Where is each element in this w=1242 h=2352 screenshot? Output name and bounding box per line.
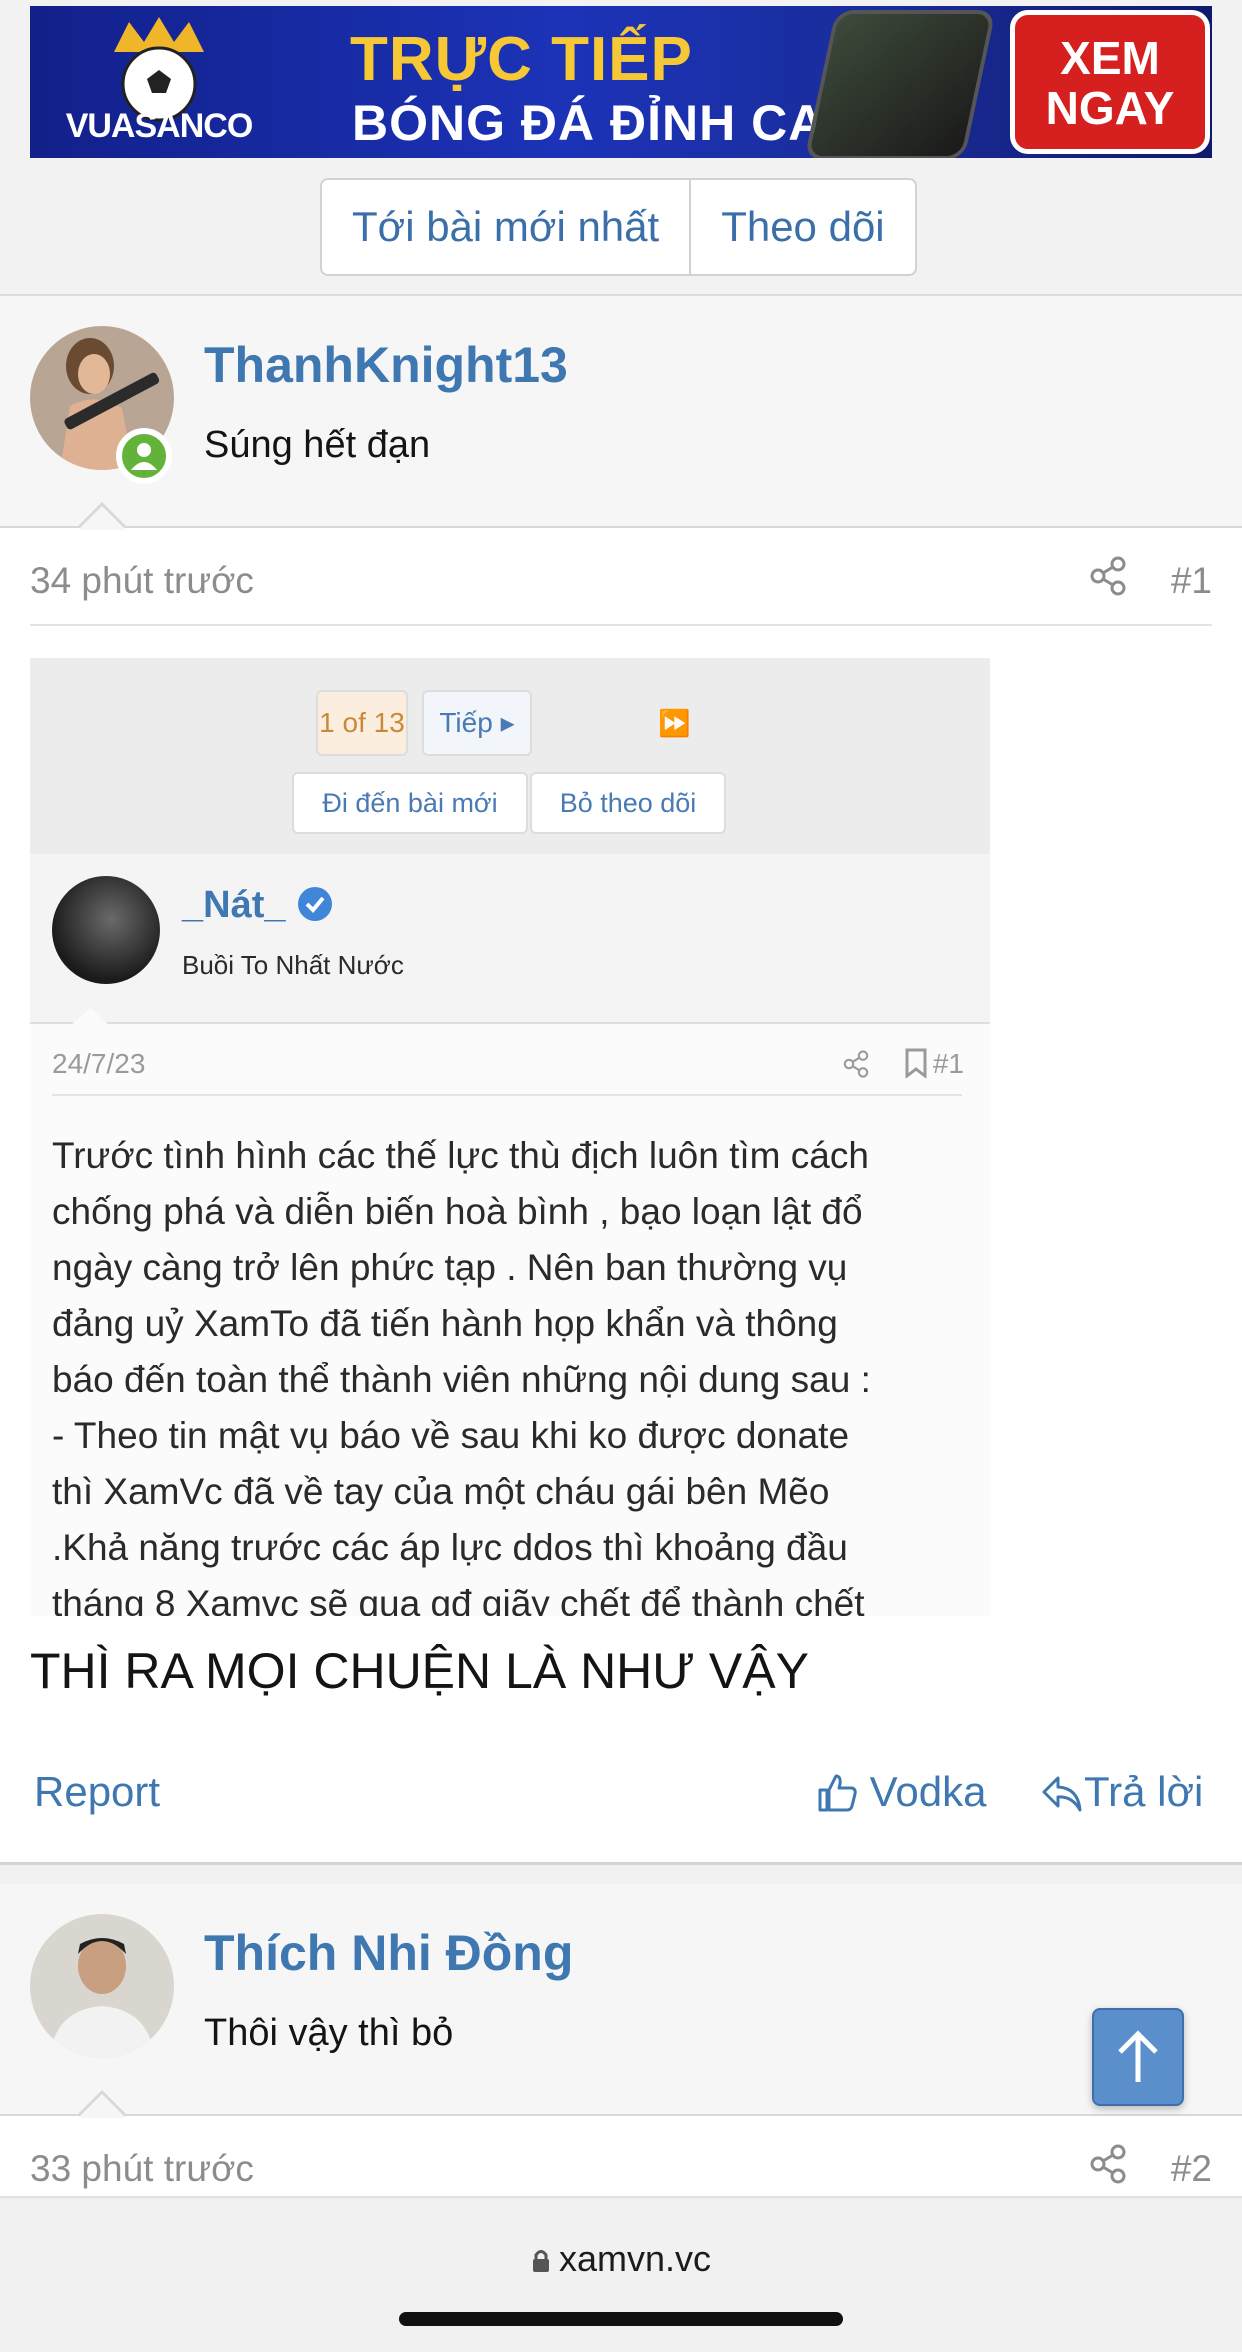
follow-button[interactable]: Theo dõi <box>689 180 914 274</box>
embedded-next-button: Tiếp ▸ <box>422 690 532 756</box>
top-bar: VUASANCO TRỰC TIẾP BÓNG ĐÁ ĐỈNH CAO XEM … <box>0 0 1242 296</box>
share-icon[interactable] <box>1088 2144 1128 2184</box>
post1-time[interactable]: 34 phút trước <box>30 560 254 602</box>
arrow-up-icon <box>1118 2030 1158 2082</box>
embedded-header: 1 of 13 Tiếp ▸ ⏩ Đi đến bài mới Bỏ theo … <box>30 658 990 854</box>
online-status-icon <box>116 428 172 484</box>
arrow-notch-inner <box>78 2094 126 2118</box>
embedded-unfollow-button: Bỏ theo dõi <box>530 772 726 834</box>
bookmark-icon <box>904 1048 928 1085</box>
post1-actions: Report Vodka Trả lời <box>30 1760 1212 1820</box>
url-field[interactable]: xamvn.vc <box>0 2238 1242 2280</box>
lock-icon <box>532 2250 549 2272</box>
reply-button[interactable]: Trả lời <box>1040 1768 1203 1816</box>
embedded-avatar <box>52 876 160 984</box>
reply-icon <box>1042 1776 1082 1812</box>
browser-address-bar: xamvn.vc <box>0 2196 1242 2352</box>
embedded-author-block: _Nát_ Buồi To Nhất Nước <box>30 854 990 1024</box>
post1-body-text: THÌ RA MỌI CHUỆN LÀ NHƯ VẬY <box>30 1643 809 1699</box>
embedded-post-text: Trước tình hình các thế lực thù địch luô… <box>52 1135 871 1616</box>
vuasanco-logo: VUASANCO <box>44 12 274 152</box>
share-icon <box>842 1050 870 1085</box>
share-icon[interactable] <box>1088 556 1128 596</box>
post-separator <box>0 1862 1242 1884</box>
post1-author-block: ThanhKnight13 Súng hết đạn <box>0 296 1242 528</box>
post1-username[interactable]: ThanhKnight13 <box>204 336 568 394</box>
post1-number[interactable]: #1 <box>1171 560 1212 602</box>
post2-author-block: Thích Nhi Đồng Thôi vậy thì bỏ <box>0 1884 1242 2116</box>
thread-nav-buttons: Tới bài mới nhất Theo dõi <box>320 178 917 276</box>
arrow-notch-inner <box>78 506 126 530</box>
thumbs-up-icon <box>818 1774 857 1812</box>
verified-icon <box>298 887 333 921</box>
post1-user-title: Súng hết đạn <box>204 424 431 466</box>
report-link[interactable]: Report <box>34 1768 160 1816</box>
post2-user-title: Thôi vậy thì bỏ <box>204 2012 454 2054</box>
embedded-username: _Nát_ <box>182 884 334 927</box>
fast-forward-icon: ⏩ <box>658 708 691 738</box>
banner-headline: TRỰC TIẾP <box>350 25 693 94</box>
embedded-user-title: Buồi To Nhất Nước <box>182 950 404 980</box>
post2-time[interactable]: 33 phút trước <box>30 2148 254 2190</box>
post2-username[interactable]: Thích Nhi Đồng <box>204 1924 573 1982</box>
home-indicator[interactable] <box>399 2312 843 2326</box>
embedded-goto-new-button: Đi đến bài mới <box>292 772 528 834</box>
watch-now-button[interactable]: XEM NGAY <box>1010 10 1210 154</box>
go-to-latest-button[interactable]: Tới bài mới nhất <box>322 180 689 274</box>
embedded-meta: 24/7/23 #1 <box>52 1024 964 1096</box>
embedded-page-indicator: 1 of 13 <box>316 690 408 756</box>
like-button[interactable]: Vodka <box>816 1768 986 1816</box>
post2-number[interactable]: #2 <box>1171 2148 1212 2190</box>
scroll-to-top-button[interactable] <box>1092 2008 1184 2106</box>
ad-banner[interactable]: VUASANCO TRỰC TIẾP BÓNG ĐÁ ĐỈNH CAO XEM … <box>30 6 1212 158</box>
post1-meta: 34 phút trước #1 <box>30 532 1212 626</box>
phone-graphic <box>804 10 996 158</box>
embedded-screenshot-image[interactable]: 1 of 13 Tiếp ▸ ⏩ Đi đến bài mới Bỏ theo … <box>30 658 990 1616</box>
banner-subheadline: BÓNG ĐÁ ĐỈNH CAO <box>352 95 866 151</box>
avatar[interactable] <box>30 1914 174 2058</box>
